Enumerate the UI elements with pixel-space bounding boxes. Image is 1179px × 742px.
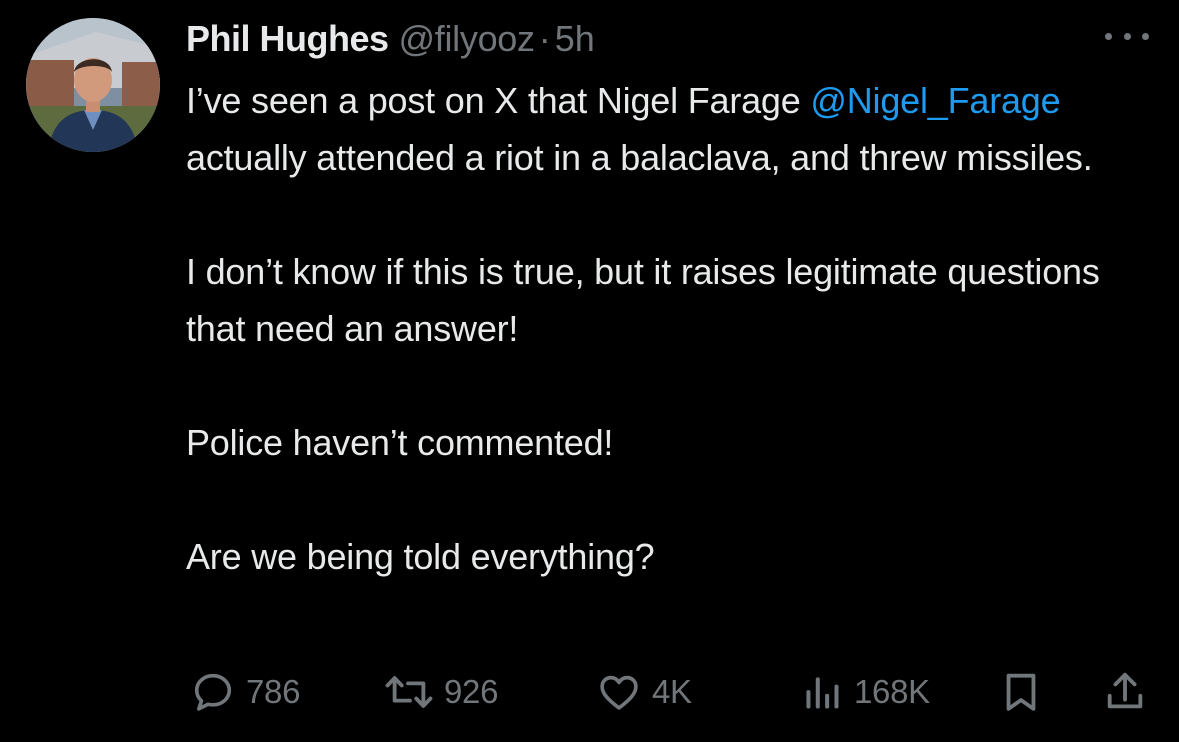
display-name[interactable]: Phil Hughes [186, 16, 389, 62]
reply-icon [194, 673, 232, 711]
views-button[interactable]: 168K [800, 664, 930, 720]
like-button[interactable]: 4K [596, 664, 692, 720]
more-dot [1142, 32, 1149, 40]
reply-button[interactable]: 786 [190, 664, 300, 720]
more-horizontal-icon[interactable] [1105, 24, 1149, 48]
tweet-header: Phil Hughes @filyooz · 5h [186, 16, 595, 62]
action-bar: 786 926 4K 168K [186, 664, 1146, 720]
text-span: I’ve seen a post on X that Nigel Farage [186, 80, 811, 121]
share-button[interactable] [1102, 664, 1148, 720]
heart-icon [600, 675, 638, 710]
tweet-text: I’ve seen a post on X that Nigel Farage … [186, 72, 1161, 585]
views-count: 168K [854, 673, 930, 710]
bookmark-button[interactable] [998, 664, 1044, 720]
profile-photo [26, 18, 160, 152]
paragraph-4: Are we being told everything? [186, 536, 655, 577]
timestamp[interactable]: 5h [555, 16, 595, 62]
share-icon [1107, 672, 1143, 709]
handle[interactable]: @filyooz [399, 16, 535, 62]
reply-count: 786 [246, 673, 301, 710]
tweet: Phil Hughes @filyooz · 5h I’ve seen a po… [0, 0, 1179, 742]
more-dot [1105, 32, 1112, 40]
like-count: 4K [652, 673, 692, 710]
text-span: actually attended a riot in a balaclava,… [186, 137, 1093, 178]
mention-link[interactable]: @Nigel_Farage [810, 80, 1060, 121]
repost-count: 926 [444, 673, 499, 710]
paragraph-3: Police haven’t commented! [186, 422, 614, 463]
paragraph-2: I don’t know if this is true, but it rai… [186, 251, 1100, 349]
separator-dot: · [538, 18, 551, 59]
paragraph-1: I’ve seen a post on X that Nigel Farage … [186, 72, 1161, 186]
avatar[interactable] [26, 18, 160, 152]
more-dot [1123, 32, 1131, 40]
repost-button[interactable]: 926 [384, 664, 498, 720]
analytics-icon [806, 677, 839, 709]
bookmark-icon [1006, 673, 1036, 711]
repost-icon [385, 676, 433, 708]
